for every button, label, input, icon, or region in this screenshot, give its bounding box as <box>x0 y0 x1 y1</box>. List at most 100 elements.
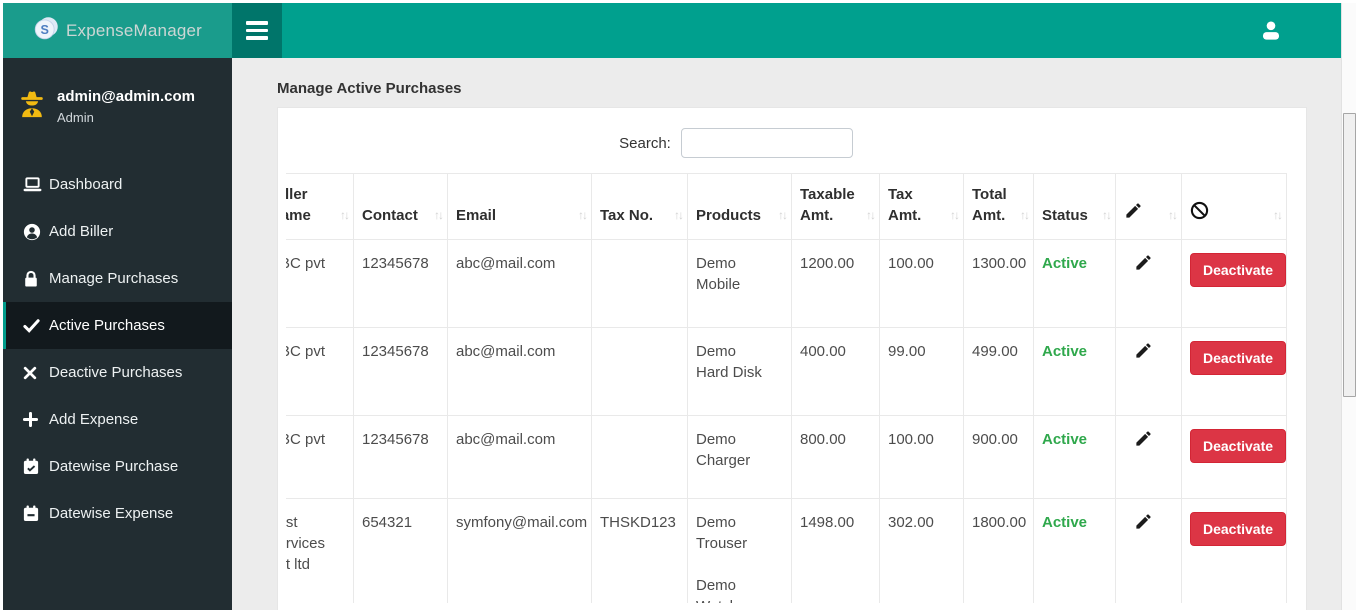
sidebar-item-add-expense[interactable]: Add Expense <box>3 396 232 443</box>
page-title: Manage Active Purchases <box>277 80 462 97</box>
column-header-tax-amt[interactable]: Tax Amt. ↑↓ <box>879 173 964 240</box>
cell-email: symfony@mail.com <box>447 498 592 603</box>
table-row: ABC pvt ltd 12345678 abc@mail.com Demo C… <box>286 415 1287 499</box>
calendar-check-icon <box>23 458 49 475</box>
brand-name: ExpenseManager <box>65 20 203 40</box>
user-icon <box>1258 21 1284 48</box>
column-header-total-amt[interactable]: Total Amt. ↑↓ <box>963 173 1034 240</box>
sidebar-item-label: Active Purchases <box>49 317 165 334</box>
sort-icon: ↑↓ <box>866 208 876 222</box>
cell-contact: 12345678 <box>353 239 448 328</box>
main-content: Manage Active Purchases Search: ler me ↑… <box>232 58 1342 610</box>
topbar: S ExpenseManager <box>3 3 1342 58</box>
cell-tax-amt: 99.00 <box>879 327 964 416</box>
sidebar-item-manage-purchases[interactable]: Manage Purchases <box>3 255 232 302</box>
purchases-table: Biller Name ↑↓ Contact ↑↓ Email ↑↓ Tax N… <box>286 173 1287 603</box>
scrollbar-thumb[interactable] <box>1343 113 1356 397</box>
column-header-contact[interactable]: Contact ↑↓ <box>353 173 448 240</box>
search-row: Search: <box>278 128 1242 158</box>
sidebar-item-label: Dashboard <box>49 176 123 193</box>
edit-pencil-icon[interactable] <box>1134 341 1153 366</box>
column-header-tax-no[interactable]: Tax No. ↑↓ <box>591 173 688 240</box>
cell-biller-name: Test services pvt ltd <box>286 498 354 603</box>
sidebar-item-datewise-expense[interactable]: Datewise Expense <box>3 490 232 537</box>
x-icon <box>23 366 49 380</box>
sidebar-item-active-purchases[interactable]: Active Purchases <box>3 302 232 349</box>
cell-taxable-amt: 1498.00 <box>791 498 880 603</box>
purchases-card: Search: Biller Name ↑↓ <box>277 107 1307 610</box>
sort-icon: ↑↓ <box>950 208 960 222</box>
deactivate-button[interactable]: Deactivate <box>1190 429 1287 463</box>
column-header-deactivate[interactable]: ↑↓ <box>1181 173 1287 240</box>
brand-link[interactable]: S ExpenseManager <box>3 3 232 58</box>
user-circle-icon <box>23 223 49 241</box>
cell-products: Demo Charger <box>687 415 792 499</box>
cell-total-amt: 1300.00 <box>963 239 1034 328</box>
cell-tax-no <box>591 327 688 416</box>
table-row: ABC pvt ltd 12345678 abc@mail.com Demo M… <box>286 239 1287 328</box>
cell-deactivate: Deactivate <box>1181 498 1287 603</box>
sort-icon: ↑↓ <box>674 208 684 222</box>
edit-pencil-icon[interactable] <box>1134 253 1153 278</box>
cell-edit <box>1115 239 1182 328</box>
sidebar-item-label: Add Biller <box>49 223 114 240</box>
cell-email: abc@mail.com <box>447 239 592 328</box>
cell-products: Demo Hard Disk <box>687 327 792 416</box>
sort-icon: ↑↓ <box>778 208 788 222</box>
cell-taxable-amt: 400.00 <box>791 327 880 416</box>
status-badge: Active <box>1042 343 1088 360</box>
deactivate-button[interactable]: Deactivate <box>1190 253 1287 287</box>
cell-products: Demo Mobile <box>687 239 792 328</box>
cell-tax-amt: 100.00 <box>879 239 964 328</box>
cell-status: Active <box>1033 239 1116 328</box>
column-header-products[interactable]: Products ↑↓ <box>687 173 792 240</box>
calendar-minus-icon <box>23 505 49 522</box>
sidebar-item-label: Add Expense <box>49 411 139 428</box>
sidebar-item-datewise-purchase[interactable]: Datewise Purchase <box>3 443 232 490</box>
user-menu-button[interactable] <box>1258 18 1284 44</box>
cell-contact: 12345678 <box>353 415 448 499</box>
sidebar-item-deactive-purchases[interactable]: Deactive Purchases <box>3 349 232 396</box>
sidebar-menu: Dashboard Add Biller Manage Purchases Ac… <box>3 161 232 537</box>
cell-email: abc@mail.com <box>447 415 592 499</box>
app-frame: S ExpenseManager admin@admin.com Admin D… <box>3 3 1356 610</box>
column-header-biller-name[interactable]: Biller Name ↑↓ <box>286 173 354 240</box>
cell-products: Demo Trouser Demo Watch <box>687 498 792 603</box>
svg-text:S: S <box>40 22 48 36</box>
cell-edit <box>1115 498 1182 603</box>
cell-contact: 654321 <box>353 498 448 603</box>
deactivate-button[interactable]: Deactivate <box>1190 512 1287 546</box>
cell-edit <box>1115 415 1182 499</box>
vertical-scrollbar[interactable] <box>1341 3 1356 610</box>
column-header-status[interactable]: Status ↑↓ <box>1033 173 1116 240</box>
cell-status: Active <box>1033 498 1116 603</box>
cell-taxable-amt: 1200.00 <box>791 239 880 328</box>
table-header-row: Biller Name ↑↓ Contact ↑↓ Email ↑↓ Tax N… <box>286 173 1287 240</box>
cell-tax-amt: 100.00 <box>879 415 964 499</box>
purchases-table-body: ABC pvt ltd 12345678 abc@mail.com Demo M… <box>286 239 1287 603</box>
search-input[interactable] <box>680 128 853 158</box>
check-icon <box>23 317 49 334</box>
status-badge: Active <box>1042 255 1088 272</box>
column-header-email[interactable]: Email ↑↓ <box>447 173 592 240</box>
edit-pencil-icon[interactable] <box>1134 429 1153 454</box>
table-container: Biller Name ↑↓ Contact ↑↓ Email ↑↓ Tax N… <box>286 173 1300 603</box>
user-email: admin@admin.com <box>57 88 195 105</box>
sort-icon: ↑↓ <box>1020 208 1030 222</box>
cell-edit <box>1115 327 1182 416</box>
sidebar-item-dashboard[interactable]: Dashboard <box>3 161 232 208</box>
sidebar-item-add-biller[interactable]: Add Biller <box>3 208 232 255</box>
laptop-icon <box>23 176 49 193</box>
cell-tax-no <box>591 239 688 328</box>
column-header-taxable-amt[interactable]: Taxable Amt. ↑↓ <box>791 173 880 240</box>
cell-total-amt: 499.00 <box>963 327 1034 416</box>
cell-status: Active <box>1033 415 1116 499</box>
edit-pencil-icon[interactable] <box>1134 512 1153 537</box>
coin-logo-icon: S <box>33 15 60 47</box>
deactivate-button[interactable]: Deactivate <box>1190 341 1287 375</box>
sort-icon: ↑↓ <box>434 208 444 222</box>
hamburger-menu-button[interactable] <box>232 3 282 58</box>
cell-tax-amt: 302.00 <box>879 498 964 603</box>
column-header-edit[interactable]: ↑↓ <box>1115 173 1182 240</box>
cell-status: Active <box>1033 327 1116 416</box>
